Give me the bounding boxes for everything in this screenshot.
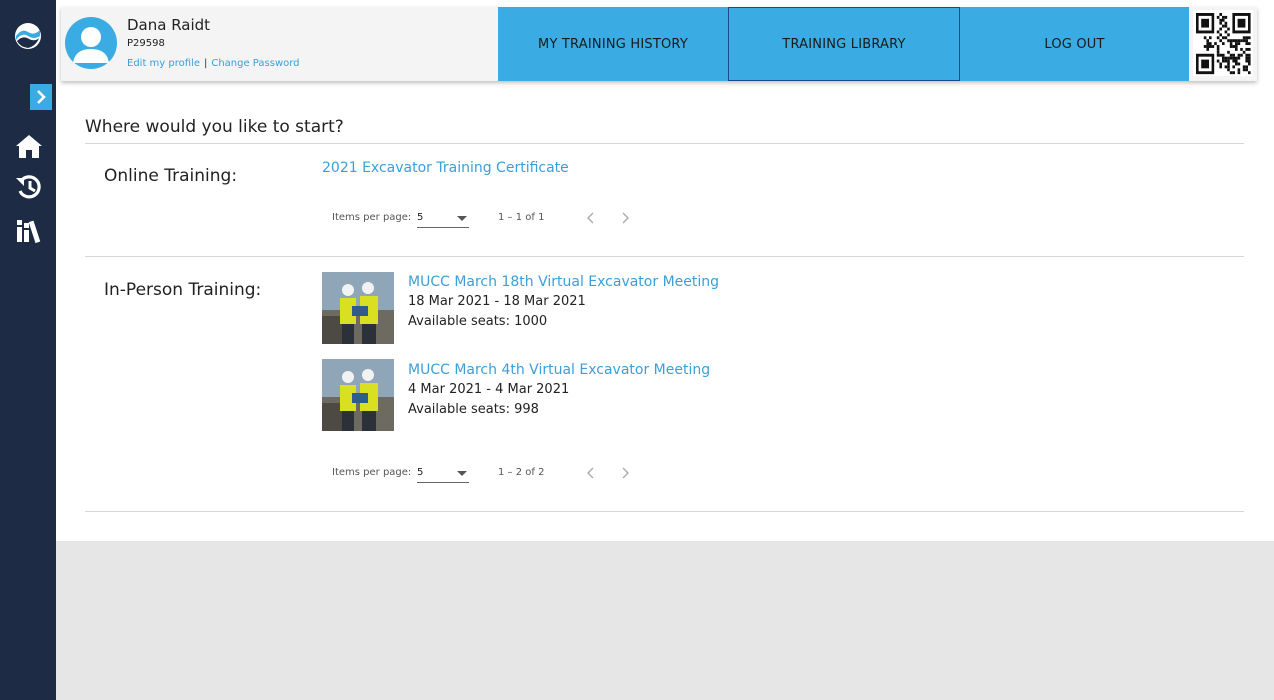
page-title: Where would you like to start? xyxy=(85,117,344,137)
event-title-link[interactable]: MUCC March 4th Virtual Excavator Meeting xyxy=(408,360,710,380)
dropdown-caret-icon xyxy=(457,216,467,221)
previous-page-icon[interactable] xyxy=(584,210,598,226)
user-icon xyxy=(73,27,109,63)
event-dates: 4 Mar 2021 - 4 Mar 2021 xyxy=(408,382,570,397)
event-dates: 18 Mar 2021 - 18 Mar 2021 xyxy=(408,294,586,309)
event-seats: Available seats: 1000 xyxy=(408,314,548,329)
sidebar-expand-button[interactable] xyxy=(30,84,52,110)
user-name: Dana Raidt xyxy=(127,16,211,34)
online-course-link[interactable]: 2021 Excavator Training Certificate xyxy=(322,160,569,176)
event-details: MUCC March 18th Virtual Excavator Meetin… xyxy=(408,272,719,332)
home-icon[interactable] xyxy=(15,132,43,160)
qr-code xyxy=(1193,10,1253,76)
library-icon[interactable] xyxy=(15,216,43,244)
items-per-page-select[interactable]: 5 xyxy=(417,463,469,483)
chevron-right-icon xyxy=(37,90,46,104)
my-training-history-button[interactable]: MY TRAINING HISTORY xyxy=(498,7,728,81)
items-per-page-label: Items per page: xyxy=(332,212,412,223)
profile-links: Edit my profile | Change Password xyxy=(127,58,300,69)
sidebar xyxy=(0,0,56,700)
workers-photo-icon xyxy=(322,272,394,344)
avatar[interactable] xyxy=(65,17,117,69)
divider xyxy=(85,143,1244,144)
page-range-label: 1 – 2 of 2 xyxy=(498,467,545,478)
event-thumbnail[interactable] xyxy=(322,359,394,431)
event-details: MUCC March 4th Virtual Excavator Meeting… xyxy=(408,360,710,420)
event-thumbnail[interactable] xyxy=(322,272,394,344)
link-separator: | xyxy=(203,58,208,69)
next-page-icon[interactable] xyxy=(618,210,632,226)
dropdown-caret-icon xyxy=(457,471,467,476)
user-id: P29598 xyxy=(127,38,165,49)
event-title-link[interactable]: MUCC March 18th Virtual Excavator Meetin… xyxy=(408,272,719,292)
change-password-link[interactable]: Change Password xyxy=(211,58,299,69)
items-per-page-value: 5 xyxy=(417,467,424,478)
items-per-page-label: Items per page: xyxy=(332,467,412,478)
divider xyxy=(85,511,1244,512)
items-per-page-select[interactable]: 5 xyxy=(417,208,469,228)
event-seats: Available seats: 998 xyxy=(408,402,539,417)
history-icon[interactable] xyxy=(15,173,43,201)
log-out-button[interactable]: LOG OUT xyxy=(960,7,1189,81)
workers-photo-icon xyxy=(322,359,394,431)
divider xyxy=(85,256,1244,257)
edit-profile-link[interactable]: Edit my profile xyxy=(127,58,200,69)
previous-page-icon[interactable] xyxy=(584,465,598,481)
online-training-label: Online Training: xyxy=(104,166,238,186)
next-page-icon[interactable] xyxy=(618,465,632,481)
items-per-page-value: 5 xyxy=(417,212,424,223)
footer-area xyxy=(56,541,1274,700)
page-range-label: 1 – 1 of 1 xyxy=(498,212,545,223)
app-logo-icon xyxy=(15,23,41,49)
qr-code-icon xyxy=(1196,13,1251,75)
header-bar: Dana Raidt P29598 Edit my profile | Change… xyxy=(61,7,1257,81)
training-library-button[interactable]: TRAINING LIBRARY xyxy=(728,7,960,81)
in-person-training-label: In-Person Training: xyxy=(104,280,262,300)
